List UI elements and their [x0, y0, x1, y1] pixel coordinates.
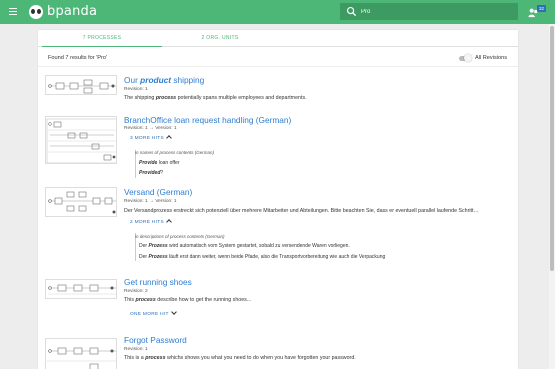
- search-results-card: 7 PROCESSES 2 ORG. UNITS Found 7 results…: [38, 30, 518, 369]
- scrollbar-thumb[interactable]: [550, 26, 554, 271]
- process-diagram-thumbnail[interactable]: [45, 75, 117, 95]
- hit-entry: Provide loan offer: [139, 160, 180, 166]
- process-diagram-thumbnail[interactable]: [45, 338, 117, 369]
- result-description: Der Versandprozess erstreckt sich potenz…: [124, 208, 479, 214]
- tab-processes[interactable]: 7 PROCESSES: [42, 30, 162, 47]
- result-description: This is a process whichs shows you what …: [124, 355, 356, 361]
- result-description: The shipping process potentially spans m…: [124, 95, 307, 101]
- result-title-link[interactable]: Versand (German): [124, 187, 192, 197]
- result-title-link[interactable]: BranchOffice loan request handling (Germ…: [124, 115, 291, 125]
- panda-logo-icon: [29, 5, 43, 19]
- hit-entry: Der Prozess wird automatisch vom System …: [139, 243, 350, 249]
- tab-org-units[interactable]: 2 ORG. UNITS: [158, 30, 282, 47]
- result-description: This process describe how to get the run…: [124, 297, 252, 303]
- result-title-link[interactable]: Get running shoes: [124, 277, 192, 287]
- all-revisions-label: All Revisions: [475, 55, 508, 61]
- search-box[interactable]: [340, 3, 518, 20]
- page-scrollbar[interactable]: [549, 24, 555, 369]
- chevron-up-icon: [166, 219, 172, 225]
- result-revision: Revision: 1 → Version: 1: [124, 199, 177, 204]
- notification-badge: 32: [537, 5, 546, 12]
- all-revisions-toggle[interactable]: [459, 54, 473, 62]
- top-app-bar: bpanda 32: [0, 0, 555, 24]
- search-icon: [346, 6, 357, 17]
- result-title-link[interactable]: Forgot Password: [124, 335, 187, 345]
- hits-header: in names of process contents (German): [135, 150, 215, 155]
- result-tabs: 7 PROCESSES 2 ORG. UNITS: [38, 30, 518, 47]
- process-diagram-thumbnail[interactable]: [45, 116, 117, 164]
- process-diagram-thumbnail[interactable]: [45, 187, 117, 217]
- more-hits-toggle[interactable]: 2 MORE HITS: [130, 219, 172, 225]
- result-revision: Revision: 1 → Version: 1: [124, 126, 177, 131]
- hits-header: in descriptions of process contents (Ger…: [135, 234, 225, 239]
- more-hits-toggle[interactable]: 3 MORE HITS: [130, 135, 172, 141]
- results-count-text: Found 7 results for 'Pro': [48, 55, 108, 61]
- result-revision: Revision: 1: [124, 347, 148, 352]
- chevron-down-icon: [170, 309, 177, 315]
- menu-icon[interactable]: [9, 8, 17, 15]
- search-input[interactable]: [361, 5, 511, 18]
- divider: [38, 66, 518, 67]
- hit-entry: Provided?: [139, 170, 164, 176]
- result-title-link[interactable]: Our product shipping: [124, 75, 204, 85]
- process-diagram-thumbnail[interactable]: [45, 279, 117, 299]
- hit-entry: Der Prozess läuft erst dann weiter, wenn…: [139, 254, 386, 260]
- brand-name: bpanda: [47, 4, 98, 19]
- result-revision: Revision: 2: [124, 289, 148, 294]
- chevron-up-icon: [166, 135, 172, 141]
- more-hits-toggle[interactable]: ONE MORE HIT: [130, 309, 177, 317]
- result-revision: Revision: 1: [124, 87, 148, 92]
